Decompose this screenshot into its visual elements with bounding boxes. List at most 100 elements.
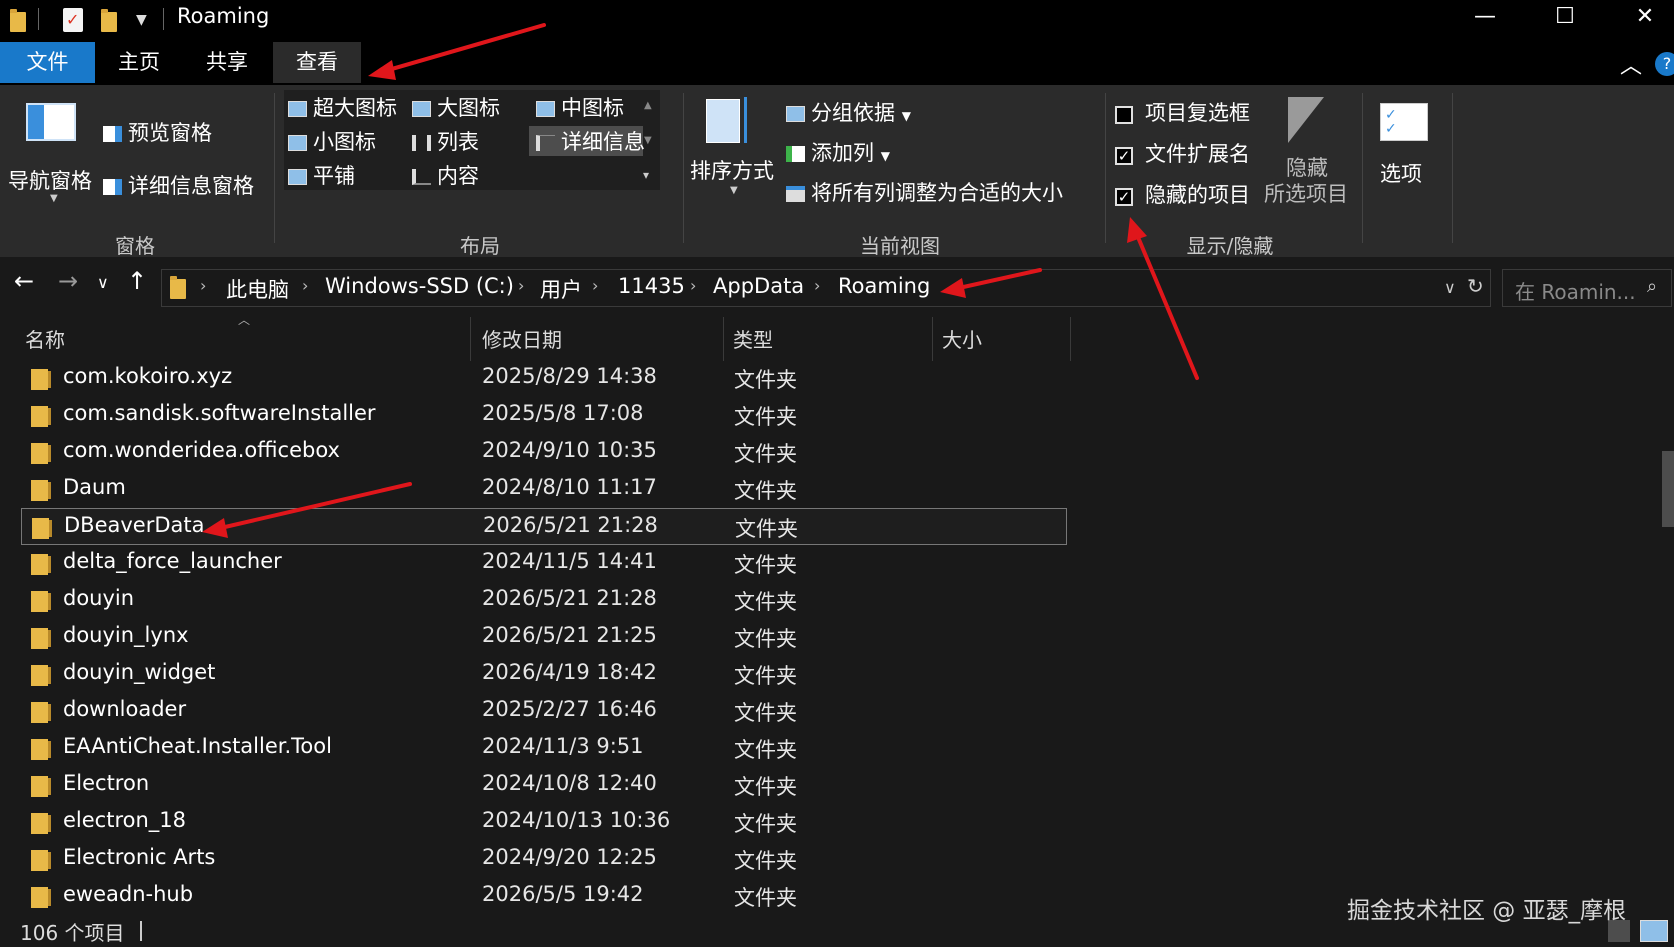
address-bar[interactable]: › 此电脑 › Windows-SSD (C:) › 用户 › 11435 › … bbox=[161, 269, 1491, 307]
layout-content[interactable]: 内容 bbox=[412, 160, 479, 190]
breadcrumb-users[interactable]: 用户 bbox=[540, 274, 582, 304]
column-divider[interactable] bbox=[932, 317, 933, 361]
file-name: Electron bbox=[63, 771, 150, 795]
file-type: 文件夹 bbox=[734, 701, 797, 725]
details-pane-button[interactable]: 详细信息窗格 bbox=[103, 170, 254, 200]
column-header-type[interactable]: 类型 bbox=[733, 324, 773, 353]
table-row[interactable]: eweadn-hub 2026/5/5 19:42 文件夹 bbox=[21, 878, 1067, 912]
large-icons-view-toggle[interactable] bbox=[1640, 920, 1668, 942]
hide-selected-button[interactable]: 隐藏 所选项目 bbox=[1262, 95, 1352, 210]
breadcrumb-drive[interactable]: Windows-SSD (C:) bbox=[325, 274, 514, 298]
table-row[interactable]: delta_force_launcher 2024/11/5 14:41 文件夹 bbox=[21, 545, 1067, 582]
minimize-button[interactable]: — bbox=[1446, 0, 1524, 36]
chevron-right-icon: › bbox=[200, 276, 207, 295]
item-checkboxes-checkbox[interactable] bbox=[1115, 106, 1133, 124]
tab-share[interactable]: 共享 bbox=[183, 42, 271, 83]
file-name: Daum bbox=[63, 475, 126, 499]
navigation-pane-button[interactable]: 导航窗格 ▼ bbox=[8, 95, 94, 204]
group-by-button[interactable]: 分组依据 ▼ bbox=[786, 97, 911, 127]
layout-small-icons[interactable]: 小图标 bbox=[288, 126, 376, 156]
table-row[interactable]: downloader 2025/2/27 16:46 文件夹 bbox=[21, 693, 1067, 730]
search-input[interactable]: 在 Roamin... bbox=[1515, 276, 1636, 305]
tab-home[interactable]: 主页 bbox=[95, 42, 183, 83]
address-dropdown-icon[interactable]: ∨ bbox=[1444, 278, 1456, 297]
table-row[interactable]: douyin_lynx 2026/5/21 21:25 文件夹 bbox=[21, 619, 1067, 656]
options-icon: ✓ ✓ bbox=[1380, 103, 1428, 141]
folder-icon bbox=[170, 276, 186, 299]
table-row[interactable]: Electronic Arts 2024/9/20 12:25 文件夹 bbox=[21, 841, 1067, 878]
column-header-date[interactable]: 修改日期 bbox=[482, 324, 562, 353]
table-row[interactable]: DBeaverData 2026/5/21 21:28 文件夹 bbox=[21, 508, 1067, 545]
column-header-name[interactable]: 名称 bbox=[25, 324, 65, 353]
column-divider[interactable] bbox=[723, 317, 724, 361]
table-row[interactable]: EAAntiCheat.Installer.Tool 2024/11/3 9:51… bbox=[21, 730, 1067, 767]
scrollbar-thumb[interactable] bbox=[1662, 451, 1674, 527]
help-icon[interactable]: ? bbox=[1655, 52, 1674, 76]
file-list: ︿ 名称 修改日期 类型 大小 com.kokoiro.xyz 2025/8/29… bbox=[0, 317, 1674, 912]
search-box[interactable]: 在 Roamin... ⌕ bbox=[1502, 269, 1672, 307]
preview-pane-button[interactable]: 预览窗格 bbox=[103, 117, 212, 147]
layout-scroll-down-icon[interactable]: ▼ bbox=[644, 135, 652, 146]
collapse-ribbon-icon[interactable]: ︿ bbox=[1620, 48, 1642, 80]
layout-extra-large-icons[interactable]: 超大图标 bbox=[288, 92, 397, 122]
breadcrumb-this-pc[interactable]: 此电脑 bbox=[226, 274, 289, 304]
column-divider[interactable] bbox=[470, 317, 471, 361]
hidden-items-checkbox[interactable]: ✓ bbox=[1115, 188, 1133, 206]
folder-icon bbox=[31, 554, 51, 575]
sort-by-icon bbox=[706, 99, 740, 143]
sort-by-button[interactable]: 排序方式 ▼ bbox=[690, 95, 776, 205]
fit-columns-label: 将所有列调整为合适的大小 bbox=[811, 181, 1063, 205]
close-button[interactable]: ✕ bbox=[1606, 0, 1674, 36]
chevron-right-icon: › bbox=[302, 276, 309, 295]
new-folder-icon[interactable] bbox=[101, 9, 117, 32]
table-row[interactable]: Daum 2024/8/10 11:17 文件夹 bbox=[21, 471, 1067, 508]
layout-expand-icon[interactable]: ▾ bbox=[643, 168, 649, 182]
refresh-icon[interactable]: ↻ bbox=[1467, 274, 1484, 298]
table-row[interactable]: Electron 2024/10/8 12:40 文件夹 bbox=[21, 767, 1067, 804]
table-row[interactable]: com.kokoiro.xyz 2025/8/29 14:38 文件夹 bbox=[21, 360, 1067, 397]
preview-pane-icon bbox=[103, 126, 122, 142]
file-type: 文件夹 bbox=[734, 849, 797, 873]
add-columns-button[interactable]: 添加列 ▼ bbox=[786, 137, 890, 167]
layout-details[interactable]: 详细信息 bbox=[536, 126, 645, 156]
tab-file[interactable]: 文件 bbox=[0, 42, 95, 83]
table-row[interactable]: douyin 2026/5/21 21:28 文件夹 bbox=[21, 582, 1067, 619]
forward-button[interactable]: → bbox=[58, 267, 78, 295]
options-button[interactable]: ✓ ✓ 选项 bbox=[1372, 95, 1442, 195]
column-header-size[interactable]: 大小 bbox=[942, 324, 982, 353]
layout-scroll-up-icon[interactable]: ▲ bbox=[644, 100, 652, 111]
file-name: douyin bbox=[63, 586, 135, 610]
up-button[interactable]: ↑ bbox=[127, 267, 147, 295]
folder-icon bbox=[31, 443, 51, 464]
column-divider[interactable] bbox=[1070, 317, 1071, 361]
tab-view[interactable]: 查看 bbox=[273, 42, 361, 83]
breadcrumb-roaming[interactable]: Roaming bbox=[838, 274, 930, 298]
recent-locations-button[interactable]: ∨ bbox=[97, 273, 109, 292]
large-icons-icon bbox=[412, 101, 431, 117]
layout-tiles[interactable]: 平铺 bbox=[288, 160, 355, 190]
table-row[interactable]: douyin_widget 2026/4/19 18:42 文件夹 bbox=[21, 656, 1067, 693]
layout-list[interactable]: 列表 bbox=[412, 126, 479, 156]
file-date: 2025/5/8 17:08 bbox=[482, 401, 644, 425]
breadcrumb-appdata[interactable]: AppData bbox=[713, 274, 804, 298]
properties-icon[interactable]: ✓ bbox=[63, 8, 83, 32]
back-button[interactable]: ← bbox=[14, 267, 34, 295]
layout-large-icons[interactable]: 大图标 bbox=[412, 92, 500, 122]
ribbon-divider bbox=[1452, 93, 1453, 243]
table-row[interactable]: com.wonderidea.officebox 2024/9/10 10:35 文… bbox=[21, 434, 1067, 471]
customize-quick-access-icon[interactable]: ▼ bbox=[136, 12, 147, 28]
title-bar: ✓ ▼ Roaming — ☐ ✕ bbox=[0, 0, 1674, 40]
file-extensions-checkbox[interactable]: ✓ bbox=[1115, 147, 1133, 165]
maximize-button[interactable]: ☐ bbox=[1526, 0, 1604, 36]
chevron-right-icon: › bbox=[690, 276, 697, 295]
breadcrumb-user[interactable]: 11435 bbox=[618, 274, 685, 298]
file-extensions-label: 文件扩展名 bbox=[1145, 142, 1250, 166]
file-name: com.wonderidea.officebox bbox=[63, 438, 340, 462]
table-row[interactable]: com.sandisk.softwareInstaller 2025/5/8 17… bbox=[21, 397, 1067, 434]
table-row[interactable]: electron_18 2024/10/13 10:36 文件夹 bbox=[21, 804, 1067, 841]
folder-icon bbox=[32, 518, 52, 539]
vertical-scrollbar[interactable] bbox=[1658, 317, 1674, 912]
fit-columns-button[interactable]: 将所有列调整为合适的大小 bbox=[786, 177, 1063, 207]
layout-medium-icons[interactable]: 中图标 bbox=[536, 92, 624, 122]
ribbon-divider bbox=[274, 93, 275, 243]
